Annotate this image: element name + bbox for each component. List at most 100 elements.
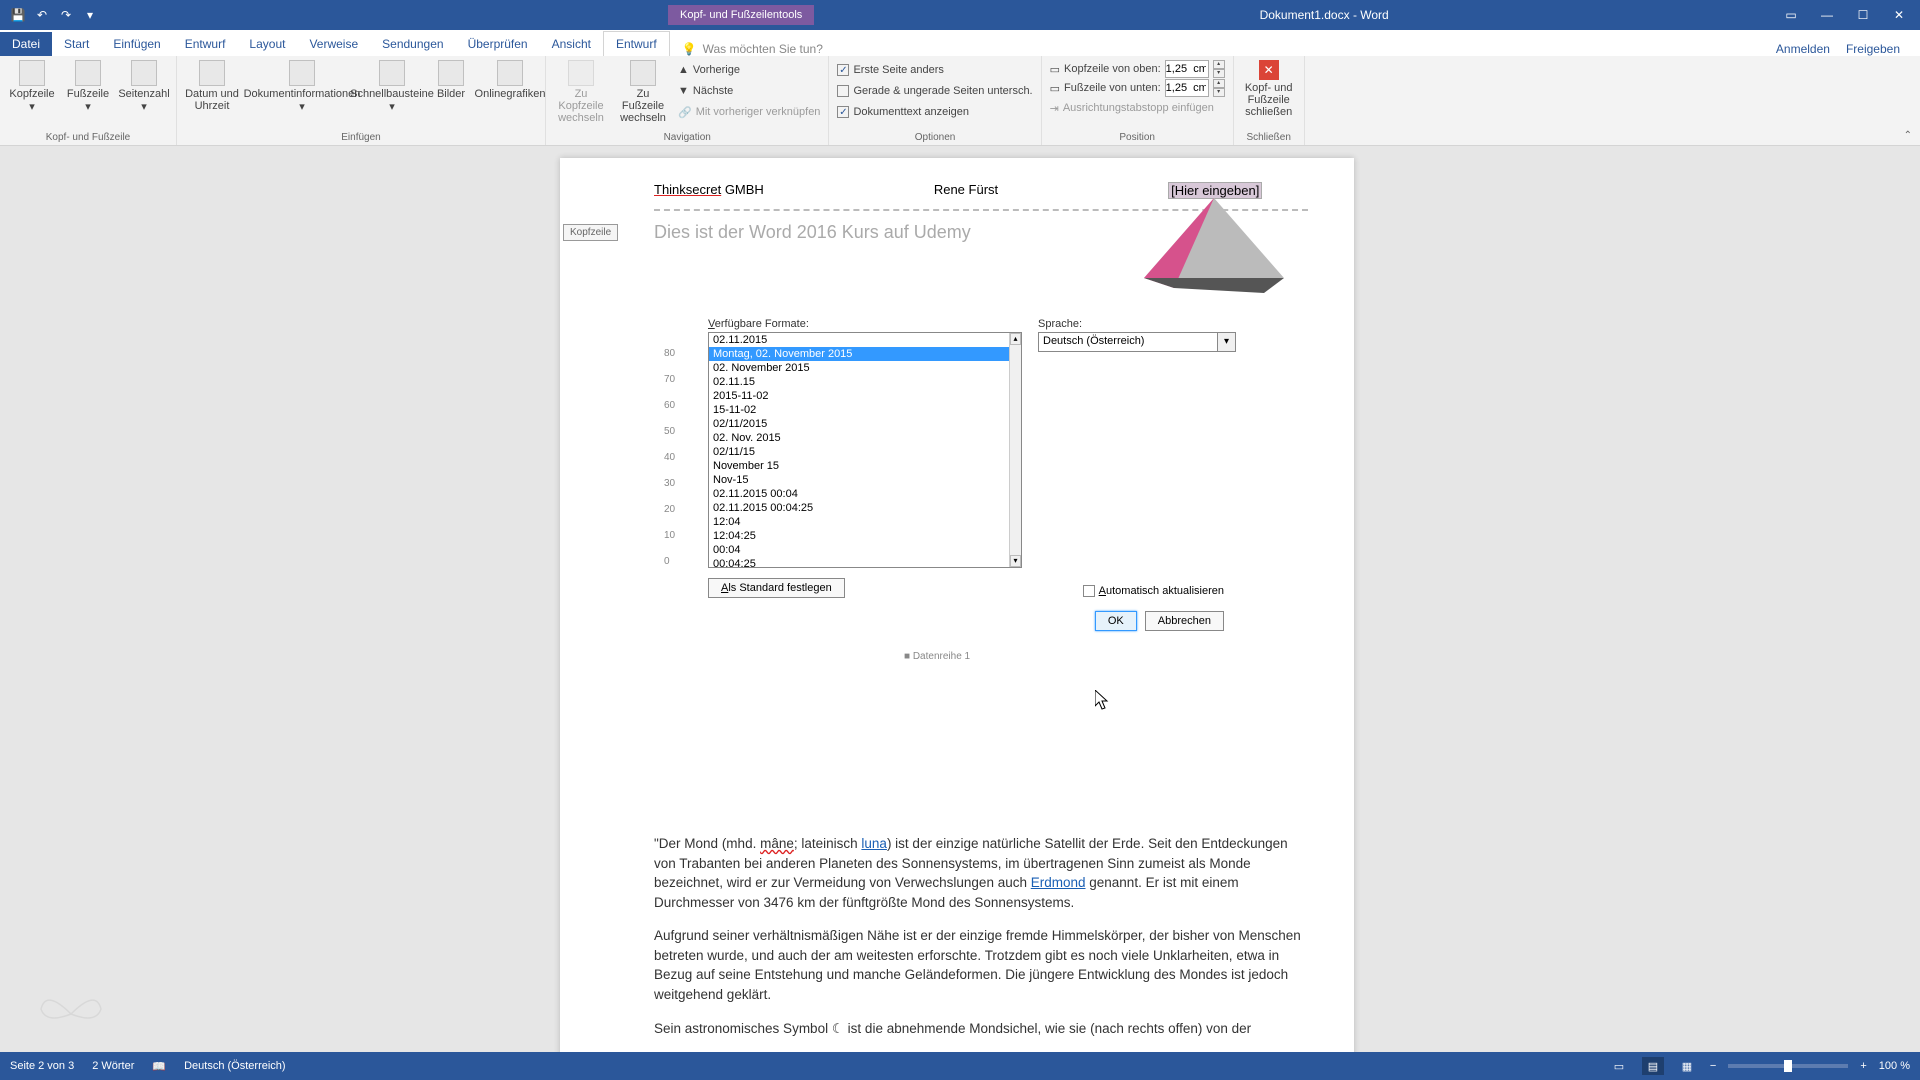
format-item[interactable]: 12:04:25 [709,529,1009,543]
sign-in-link[interactable]: Anmelden [1776,42,1830,56]
tab-layout[interactable]: Layout [237,32,297,56]
down-arrow-icon: ▼ [678,85,689,97]
zoom-slider[interactable] [1728,1064,1848,1068]
docinfo-button[interactable]: Dokumentinformationen▾ [247,60,357,113]
alignment-tab-button[interactable]: ⇥Ausrichtungstabstopp einfügen [1050,98,1225,118]
format-item[interactable]: Nov-15 [709,473,1009,487]
odd-even-checkbox[interactable]: Gerade & ungerade Seiten untersch. [837,81,1032,101]
footer-from-bottom-input[interactable] [1165,79,1209,97]
show-doc-text-checkbox[interactable]: ✓Dokumenttext anzeigen [837,102,1032,122]
listbox-scrollbar[interactable]: ▴ ▾ [1009,333,1021,567]
zoom-level[interactable]: 100 % [1879,1060,1910,1072]
group-position: Position [1050,132,1225,145]
format-item[interactable]: 12:04 [709,515,1009,529]
tab-icon: ⇥ [1050,102,1059,115]
maximize-icon[interactable]: ☐ [1846,4,1880,26]
tab-review[interactable]: Überprüfen [456,32,540,56]
quickparts-icon [379,60,405,86]
goto-header-button[interactable]: Zu Kopfzeile wechseln [554,60,608,124]
status-language[interactable]: Deutsch (Österreich) [184,1060,285,1072]
format-item[interactable]: 02/11/15 [709,445,1009,459]
qat-customize-icon[interactable]: ▾ [80,5,100,25]
pagenumber-button[interactable]: Seitenzahl▾ [120,60,168,113]
prism-image [1134,188,1294,308]
goto-footer-button[interactable]: Zu Fußzeile wechseln [616,60,670,124]
format-item[interactable]: 02. Nov. 2015 [709,431,1009,445]
spin-up[interactable]: ▴ [1213,60,1225,69]
format-item[interactable]: 02.11.2015 00:04:25 [709,501,1009,515]
close-header-footer-button[interactable]: ✕Kopf- und Fußzeile schließen [1242,60,1296,118]
datetime-button[interactable]: Datum und Uhrzeit [185,60,239,112]
group-navigation: Navigation [554,132,820,145]
online-pictures-icon [497,60,523,86]
format-item[interactable]: Montag, 02. November 2015 [709,347,1009,361]
format-item[interactable]: 00:04:25 [709,557,1009,568]
paragraph-3: Sein astronomisches Symbol ☾ ist die abn… [654,1019,1308,1039]
set-default-button[interactable]: Als Standard festlegen [708,578,845,598]
web-layout-icon[interactable]: ▦ [1676,1057,1698,1075]
format-item[interactable]: 00:04 [709,543,1009,557]
format-item[interactable]: 2015-11-02 [709,389,1009,403]
ribbon: Kopfzeile▾ Fußzeile▾ Seitenzahl▾ Kopf- u… [0,56,1920,146]
format-item[interactable]: 02. November 2015 [709,361,1009,375]
auto-update-checkbox[interactable] [1083,585,1095,597]
zoom-in-button[interactable]: + [1860,1060,1866,1072]
previous-section-button[interactable]: ▲Vorherige [678,60,820,80]
cancel-button[interactable]: Abbrechen [1145,611,1224,631]
ribbon-options-icon[interactable]: ▭ [1774,4,1808,26]
butterfly-watermark [36,984,106,1044]
tell-me-search[interactable]: 💡 Was möchten Sie tun? [682,42,823,56]
spin-up[interactable]: ▴ [1213,79,1225,88]
tab-file[interactable]: Datei [0,32,52,56]
first-page-different-checkbox[interactable]: ✓Erste Seite anders [837,60,1032,80]
next-section-button[interactable]: ▼Nächste [678,81,820,101]
ok-button[interactable]: OK [1095,611,1137,631]
tab-view[interactable]: Ansicht [540,32,603,56]
header-from-top-input[interactable] [1165,60,1209,78]
close-window-icon[interactable]: ✕ [1882,4,1916,26]
header-button[interactable]: Kopfzeile▾ [8,60,56,113]
collapse-ribbon-icon[interactable]: ⌃ [1904,130,1912,141]
formats-listbox[interactable]: 02.11.2015Montag, 02. November 201502. N… [708,332,1022,568]
format-item[interactable]: 02/11/2015 [709,417,1009,431]
tab-mailings[interactable]: Sendungen [370,32,455,56]
footer-icon [75,60,101,86]
pictures-button[interactable]: Bilder [427,60,475,100]
tab-header-footer-design[interactable]: Entwurf [603,31,670,56]
header-company: Thinksecret GMBH [654,182,764,199]
save-icon[interactable]: 💾 [8,5,28,25]
scroll-up-icon[interactable]: ▴ [1010,333,1021,345]
language-combobox[interactable]: Deutsch (Österreich) ▾ [1038,332,1236,352]
undo-icon[interactable]: ↶ [32,5,52,25]
format-item[interactable]: 15-11-02 [709,403,1009,417]
quickparts-button[interactable]: Schnellbausteine▾ [365,60,419,113]
scroll-down-icon[interactable]: ▾ [1010,555,1021,567]
read-mode-icon[interactable]: ▭ [1608,1057,1630,1075]
print-layout-icon[interactable]: ▤ [1642,1057,1664,1075]
tab-start[interactable]: Start [52,32,101,56]
format-item[interactable]: 02.11.2015 [709,333,1009,347]
format-item[interactable]: November 15 [709,459,1009,473]
spin-down[interactable]: ▾ [1213,69,1225,78]
footer-button[interactable]: Fußzeile▾ [64,60,112,113]
online-pictures-button[interactable]: Onlinegrafiken [483,60,537,100]
format-item[interactable]: 02.11.15 [709,375,1009,389]
status-proofing-icon[interactable]: 📖 [152,1060,166,1073]
zoom-out-button[interactable]: − [1710,1060,1716,1072]
spin-down[interactable]: ▾ [1213,88,1225,97]
group-header-footer: Kopf- und Fußzeile [8,132,168,145]
tab-references[interactable]: Verweise [297,32,370,56]
tab-design[interactable]: Entwurf [173,32,238,56]
chevron-down-icon[interactable]: ▾ [1217,333,1235,351]
zoom-thumb[interactable] [1784,1060,1792,1072]
format-item[interactable]: 02.11.2015 00:04 [709,487,1009,501]
pictures-icon [438,60,464,86]
tab-insert[interactable]: Einfügen [101,32,172,56]
share-button[interactable]: Freigeben [1846,42,1900,56]
goto-footer-icon [630,60,656,86]
minimize-icon[interactable]: — [1810,4,1844,26]
redo-icon[interactable]: ↷ [56,5,76,25]
status-page[interactable]: Seite 2 von 3 [10,1060,74,1072]
link-previous-button[interactable]: 🔗Mit vorheriger verknüpfen [678,102,820,122]
status-words[interactable]: 2 Wörter [92,1060,134,1072]
